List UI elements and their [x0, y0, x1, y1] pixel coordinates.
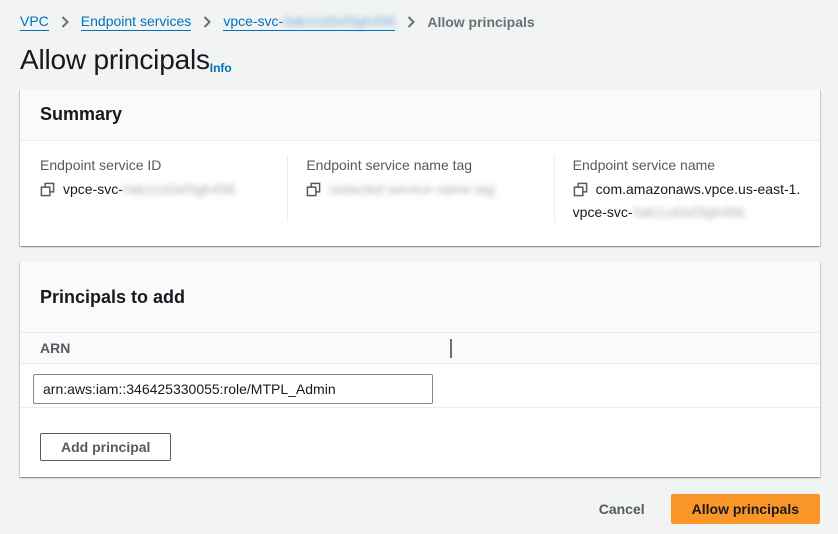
field-label: Endpoint service name tag	[306, 155, 537, 175]
breadcrumb-current-page: Allow principals	[427, 14, 534, 30]
principals-title: Principals to add	[40, 287, 800, 308]
summary-field-endpoint-service-name: Endpoint service name com.amazonaws.vpce…	[554, 155, 820, 222]
service-id-prefix: vpce-svc-	[223, 13, 283, 29]
cancel-button[interactable]: Cancel	[599, 501, 645, 517]
value-prefix: vpce-svc-	[63, 181, 123, 197]
copy-icon[interactable]	[306, 182, 321, 202]
summary-card-header: Summary	[20, 89, 820, 141]
add-principal-button[interactable]: Add principal	[40, 433, 171, 461]
allow-principals-button[interactable]: Allow principals	[671, 494, 820, 524]
form-actions: Cancel Allow principals	[20, 494, 820, 524]
field-label: Endpoint service ID	[40, 155, 271, 175]
breadcrumb-service-id-link[interactable]: vpce-svc-0ab1cd2ef3gh456	[223, 13, 395, 31]
summary-title: Summary	[40, 104, 800, 125]
service-id-redacted: 0ab1cd2ef3gh456	[283, 13, 395, 29]
copy-icon[interactable]	[40, 182, 55, 202]
breadcrumb-endpoint-services-link[interactable]: Endpoint services	[81, 13, 192, 31]
principals-card-footer: Add principal	[20, 408, 820, 477]
field-value: redacted service name tag	[306, 179, 537, 202]
chevron-right-icon	[203, 16, 211, 28]
arn-input[interactable]	[33, 374, 433, 404]
arn-column-header: ARN	[40, 340, 70, 356]
field-value: com.amazonaws.vpce.us-east-1.vpce-svc-0a…	[573, 179, 804, 222]
field-value: vpce-svc-0ab1cd2ef3gh456	[40, 179, 271, 202]
principals-card-header: Principals to add	[20, 262, 820, 333]
field-label: Endpoint service name	[573, 155, 804, 175]
column-resize-handle[interactable]	[450, 339, 452, 358]
principals-card: Principals to add ARN Add principal	[20, 262, 820, 477]
copy-icon[interactable]	[573, 182, 588, 202]
arn-table-header-row: ARN	[20, 333, 820, 364]
breadcrumb-vpc-link[interactable]: VPC	[20, 13, 49, 31]
info-link[interactable]: Info	[210, 61, 232, 75]
page-title: Allow principals	[20, 44, 210, 75]
chevron-right-icon	[407, 16, 415, 28]
page-title-row: Allow principalsInfo	[20, 44, 820, 76]
arn-input-row	[20, 364, 820, 408]
summary-card: Summary Endpoint service ID vpce-svc-0ab…	[20, 89, 820, 246]
chevron-right-icon	[61, 16, 69, 28]
value-redacted: 0ab1cd2ef3gh456	[123, 181, 235, 197]
value-redacted: 0ab1cd2ef3gh456	[633, 204, 745, 220]
summary-field-endpoint-service-id: Endpoint service ID vpce-svc-0ab1cd2ef3g…	[20, 155, 287, 222]
page: VPC Endpoint services vpce-svc-0ab1cd2ef…	[0, 0, 838, 524]
breadcrumb: VPC Endpoint services vpce-svc-0ab1cd2ef…	[20, 0, 820, 31]
value-redacted: redacted service name tag	[329, 181, 494, 197]
summary-field-endpoint-service-name-tag: Endpoint service name tag redacted servi…	[287, 155, 553, 222]
summary-body: Endpoint service ID vpce-svc-0ab1cd2ef3g…	[20, 141, 820, 246]
